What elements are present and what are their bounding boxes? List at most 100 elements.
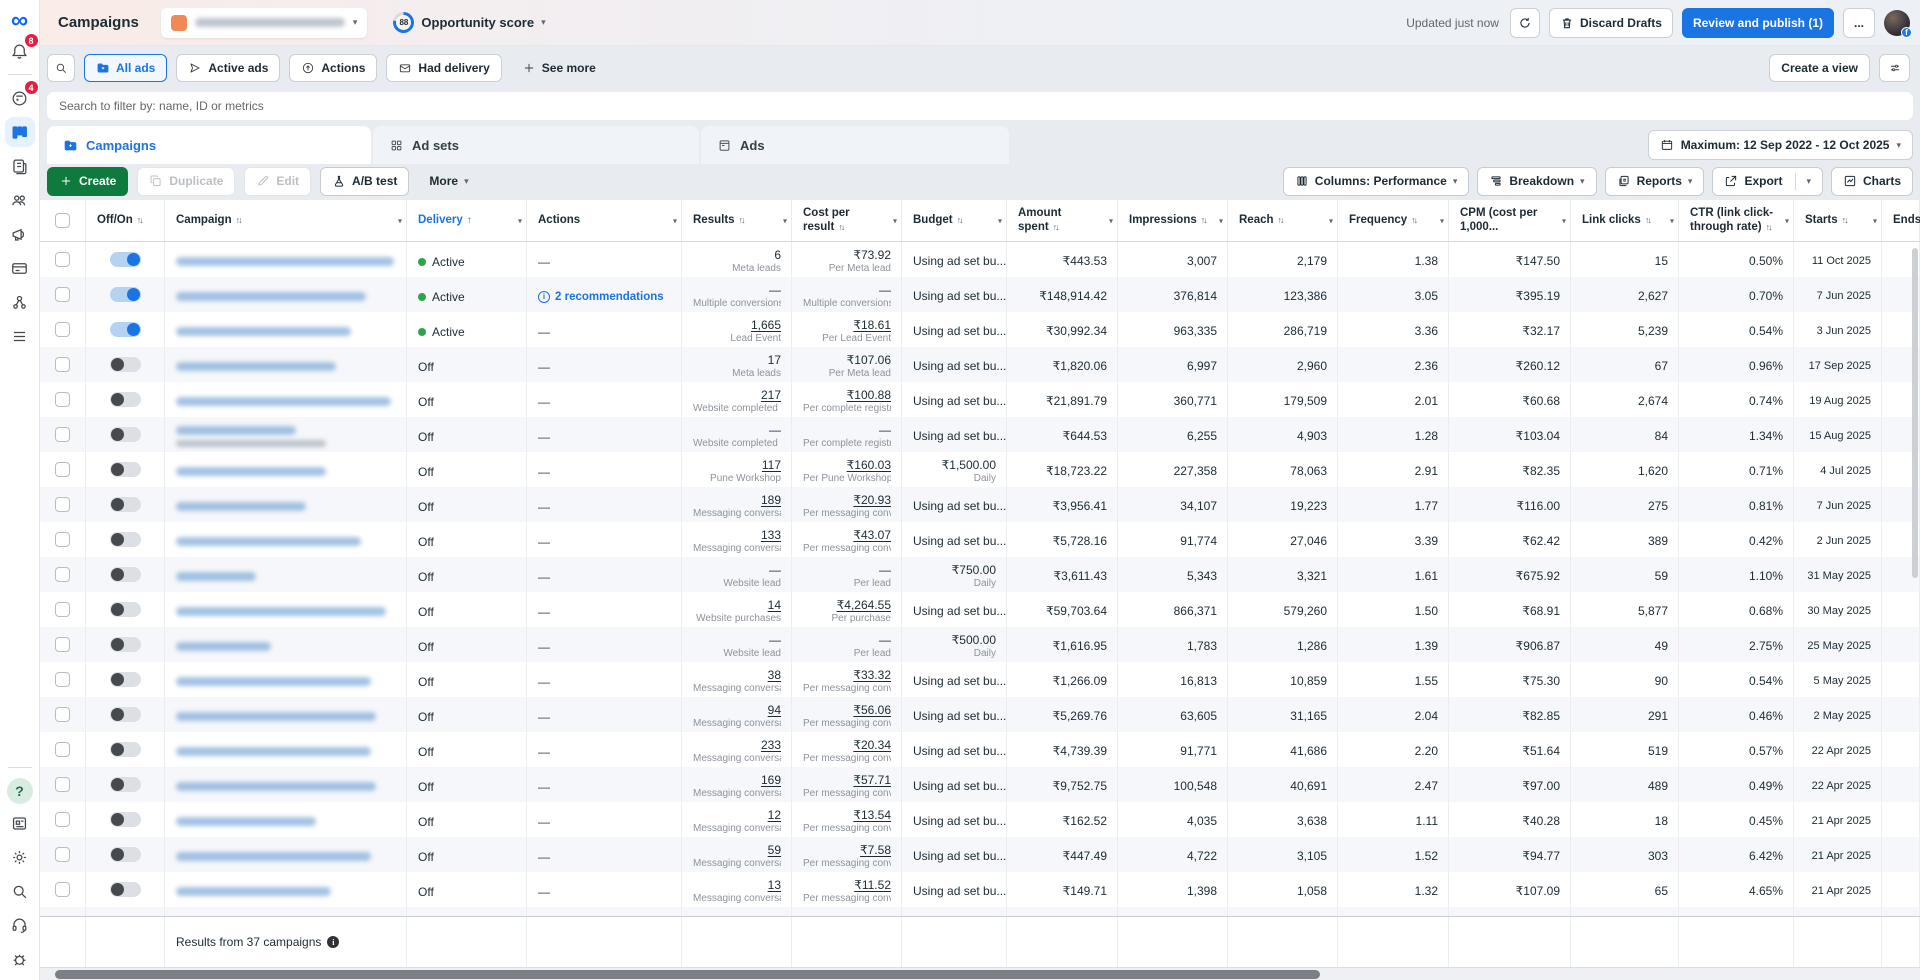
row-checkbox[interactable] [55, 847, 70, 862]
column-menu-caret[interactable]: ▾ [1440, 216, 1444, 225]
chevron-down-icon[interactable]: ▾ [1806, 176, 1811, 187]
campaign-name-cell[interactable] [165, 487, 407, 522]
row-checkbox[interactable] [55, 637, 70, 652]
column-menu-caret[interactable]: ▾ [998, 216, 1002, 225]
campaign-name-cell[interactable] [165, 697, 407, 732]
export-button[interactable]: Export ▾ [1712, 167, 1823, 196]
sidebar-item-ads-promote[interactable] [5, 219, 35, 249]
edit-button[interactable]: Edit [244, 167, 311, 196]
row-checkbox[interactable] [55, 532, 70, 547]
vertical-scrollbar[interactable] [1912, 248, 1918, 578]
column-menu-caret[interactable]: ▾ [893, 216, 897, 225]
sidebar-item-campaigns[interactable] [5, 117, 35, 147]
row-checkbox[interactable] [55, 777, 70, 792]
column-menu-caret[interactable]: ▾ [398, 216, 402, 225]
filter-pill-all-ads[interactable]: All ads [84, 54, 167, 82]
column-header-frequency[interactable]: Frequency↑↓▾ [1338, 200, 1449, 241]
campaign-name-cell[interactable] [165, 557, 407, 592]
campaign-name-cell[interactable] [165, 522, 407, 557]
campaign-name-cell[interactable] [165, 592, 407, 627]
column-menu-caret[interactable]: ▾ [518, 216, 522, 225]
campaign-toggle-off[interactable] [110, 567, 141, 582]
settings-gear-icon[interactable] [5, 842, 35, 872]
column-header-impressions[interactable]: Impressions↑↓▾ [1118, 200, 1228, 241]
profile-avatar[interactable]: f [1884, 10, 1910, 36]
row-checkbox[interactable] [55, 567, 70, 582]
sidebar-item-billing[interactable] [5, 253, 35, 283]
column-menu-caret[interactable]: ▾ [1785, 216, 1789, 225]
row-checkbox[interactable] [55, 357, 70, 372]
campaign-toggle-off[interactable] [110, 882, 141, 897]
recommendations-link[interactable]: i2 recommendations [538, 291, 671, 303]
campaign-name-cell[interactable] [165, 382, 407, 417]
column-header-cost[interactable]: Cost per result↑↓▾ [792, 200, 902, 241]
row-checkbox[interactable] [55, 427, 70, 442]
see-more-filters-button[interactable]: See more [511, 54, 607, 82]
create-a-view-button[interactable]: Create a view [1769, 54, 1870, 82]
column-header-delivery[interactable]: Delivery↑▾ [407, 200, 527, 241]
row-checkbox[interactable] [55, 707, 70, 722]
column-header-ctr[interactable]: CTR (link click-through rate)↑↓▾ [1679, 200, 1794, 241]
campaign-toggle-off[interactable] [110, 392, 141, 407]
report-bug-icon[interactable] [5, 944, 35, 974]
campaign-toggle-off[interactable] [110, 532, 141, 547]
row-checkbox[interactable] [55, 462, 70, 477]
column-header-spent[interactable]: Amount spent↑↓▾ [1007, 200, 1118, 241]
campaign-name-cell[interactable] [165, 417, 407, 452]
column-menu-caret[interactable]: ▾ [1329, 216, 1333, 225]
campaign-name-cell[interactable] [165, 242, 407, 277]
discard-drafts-button[interactable]: Discard Drafts [1549, 8, 1673, 38]
row-checkbox[interactable] [55, 812, 70, 827]
column-header-results[interactable]: Results↑↓▾ [682, 200, 792, 241]
search-icon[interactable] [5, 876, 35, 906]
row-checkbox[interactable] [55, 672, 70, 687]
create-button[interactable]: Create [47, 167, 128, 196]
filter-pill-actions[interactable]: Actions [289, 54, 377, 82]
ab-test-button[interactable]: A/B test [320, 167, 409, 196]
refresh-button[interactable] [1510, 8, 1540, 38]
campaign-name-cell[interactable] [165, 627, 407, 662]
column-header-budget[interactable]: Budget↑↓▾ [902, 200, 1007, 241]
campaign-name-cell[interactable] [165, 452, 407, 487]
tab-ad-sets[interactable]: Ad sets [373, 126, 699, 164]
campaign-name-cell[interactable] [165, 767, 407, 802]
campaign-toggle-on[interactable] [110, 252, 141, 267]
filter-pill-had-delivery[interactable]: Had delivery [386, 54, 501, 82]
column-menu-caret[interactable]: ▾ [1562, 216, 1566, 225]
column-menu-caret[interactable]: ▾ [1670, 216, 1674, 225]
sidebar-item-assets[interactable] [5, 287, 35, 317]
column-menu-caret[interactable]: ▾ [783, 216, 787, 225]
column-menu-caret[interactable]: ▾ [1109, 216, 1113, 225]
campaign-toggle-off[interactable] [110, 497, 141, 512]
column-header-starts[interactable]: Starts↑↓▾ [1794, 200, 1882, 241]
row-checkbox[interactable] [55, 497, 70, 512]
campaign-name-cell[interactable] [165, 802, 407, 837]
date-range-selector[interactable]: Maximum: 12 Sep 2022 - 12 Oct 2025 ▾ [1648, 130, 1913, 160]
column-header-campaign[interactable]: Campaign↑↓▾ [165, 200, 407, 241]
column-header-ends[interactable]: Ends [1882, 200, 1920, 241]
column-header-reach[interactable]: Reach↑↓▾ [1228, 200, 1338, 241]
more-options-button[interactable]: ... [1843, 8, 1875, 38]
info-icon[interactable]: i [327, 936, 339, 948]
campaign-toggle-off[interactable] [110, 357, 141, 372]
campaign-toggle-off[interactable] [110, 742, 141, 757]
campaign-toggle-off[interactable] [110, 462, 141, 477]
all-tools-menu-icon[interactable] [5, 321, 35, 351]
campaign-name-cell[interactable] [165, 347, 407, 382]
campaign-toggle-on[interactable] [110, 287, 141, 302]
table-search-input[interactable]: Search to filter by: name, ID or metrics [47, 92, 1913, 120]
campaign-toggle-off[interactable] [110, 777, 141, 792]
help-icon[interactable]: ? [7, 778, 33, 804]
breakdown-button[interactable]: Breakdown ▾ [1477, 167, 1596, 196]
support-headset-icon[interactable] [5, 910, 35, 940]
column-header-cpm[interactable]: CPM (cost per 1,000...▾ [1449, 200, 1571, 241]
campaign-name-cell[interactable] [165, 662, 407, 697]
campaign-name-cell[interactable] [165, 312, 407, 347]
campaign-toggle-off[interactable] [110, 427, 141, 442]
column-header-links[interactable]: Link clicks↑↓▾ [1571, 200, 1679, 241]
campaign-toggle-off[interactable] [110, 602, 141, 617]
column-header-offon[interactable]: Off/On↑↓ [86, 200, 165, 241]
duplicate-button[interactable]: Duplicate [137, 167, 235, 196]
opportunity-score[interactable]: Opportunity score ▾ [393, 12, 545, 33]
more-menu-button[interactable]: More ▾ [418, 167, 479, 196]
